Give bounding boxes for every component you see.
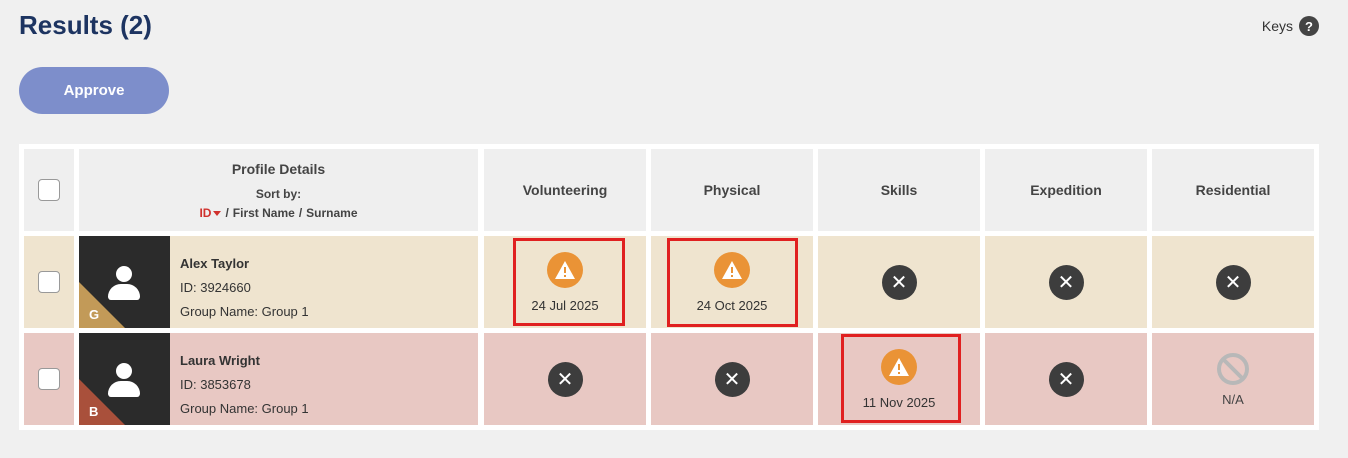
status-cell-expedition[interactable]: ✕ [985, 333, 1147, 425]
x-circle-icon: ✕ [1215, 264, 1251, 300]
approve-button[interactable]: Approve [19, 67, 169, 114]
na-label: N/A [1222, 391, 1244, 407]
help-icon[interactable]: ? [1299, 16, 1319, 36]
profile-details-title: Profile Details [231, 160, 326, 177]
highlight-box [841, 334, 961, 423]
status-cell-skills[interactable]: ✕ [818, 236, 980, 328]
keys-link[interactable]: Keys ? [1262, 16, 1319, 36]
keys-label: Keys [1261, 18, 1293, 34]
participant-name: Laura Wright [180, 353, 260, 368]
status-cell-residential[interactable]: ✕ [1152, 236, 1314, 328]
participant-group: Group Name: Group 1 [180, 401, 309, 416]
profile-details-header: Profile Details Sort by: ID / First Name… [79, 149, 478, 231]
level-badge [79, 379, 125, 425]
results-table: Profile Details Sort by: ID / First Name… [19, 144, 1319, 430]
sort-separator: / [225, 205, 229, 220]
page-title: Results (2) [19, 10, 152, 40]
row-checkbox[interactable] [38, 271, 60, 293]
sort-id-link[interactable]: ID [199, 207, 222, 219]
column-header-skills: Skills [818, 149, 980, 231]
status-cell-volunteering[interactable]: ✕ [484, 333, 646, 425]
x-circle-icon: ✕ [881, 264, 917, 300]
sort-separator: / [298, 205, 303, 220]
participant-id: ID: 3924660 [180, 280, 251, 295]
avatar: B [79, 333, 170, 425]
column-header-residential: Residential [1152, 149, 1314, 231]
select-all-checkbox[interactable] [38, 179, 60, 201]
highlight-box [513, 238, 625, 326]
row-select-cell [24, 236, 74, 328]
row-select-cell [24, 333, 74, 425]
participant-id: ID: 3853678 [180, 377, 251, 392]
sort-first-name-link[interactable]: First Name [233, 207, 295, 219]
avatar: G [79, 236, 170, 328]
highlight-box [667, 238, 798, 327]
participant-name: Alex Taylor [180, 256, 250, 271]
column-header-volunteering: Volunteering [484, 149, 646, 231]
sort-surname-link[interactable]: Surname [306, 207, 357, 219]
header-select-cell [24, 149, 74, 231]
level-letter: B [89, 404, 99, 419]
status-cell-expedition[interactable]: ✕ [985, 236, 1147, 328]
column-header-physical: Physical [651, 149, 813, 231]
level-badge [79, 282, 125, 328]
level-letter: G [89, 307, 100, 322]
x-circle-icon: ✕ [1048, 264, 1084, 300]
profile-cell[interactable]: G Alex Taylor ID: 3924660 Group Name: Gr… [79, 236, 478, 328]
column-header-expedition: Expedition [985, 149, 1147, 231]
sort-options: ID / First Name / Surname [199, 207, 357, 219]
x-circle-icon: ✕ [714, 361, 750, 397]
participant-group: Group Name: Group 1 [180, 304, 309, 319]
status-cell-residential[interactable]: N/A [1152, 333, 1314, 425]
not-applicable-icon [1217, 352, 1249, 385]
sort-by-label: Sort by: [255, 186, 302, 201]
x-circle-icon: ✕ [1048, 361, 1084, 397]
profile-cell[interactable]: B Laura Wright ID: 3853678 Group Name: G… [79, 333, 478, 425]
x-circle-icon: ✕ [547, 361, 583, 397]
row-checkbox[interactable] [38, 368, 60, 390]
sort-desc-icon [213, 210, 222, 216]
status-cell-physical[interactable]: ✕ [651, 333, 813, 425]
